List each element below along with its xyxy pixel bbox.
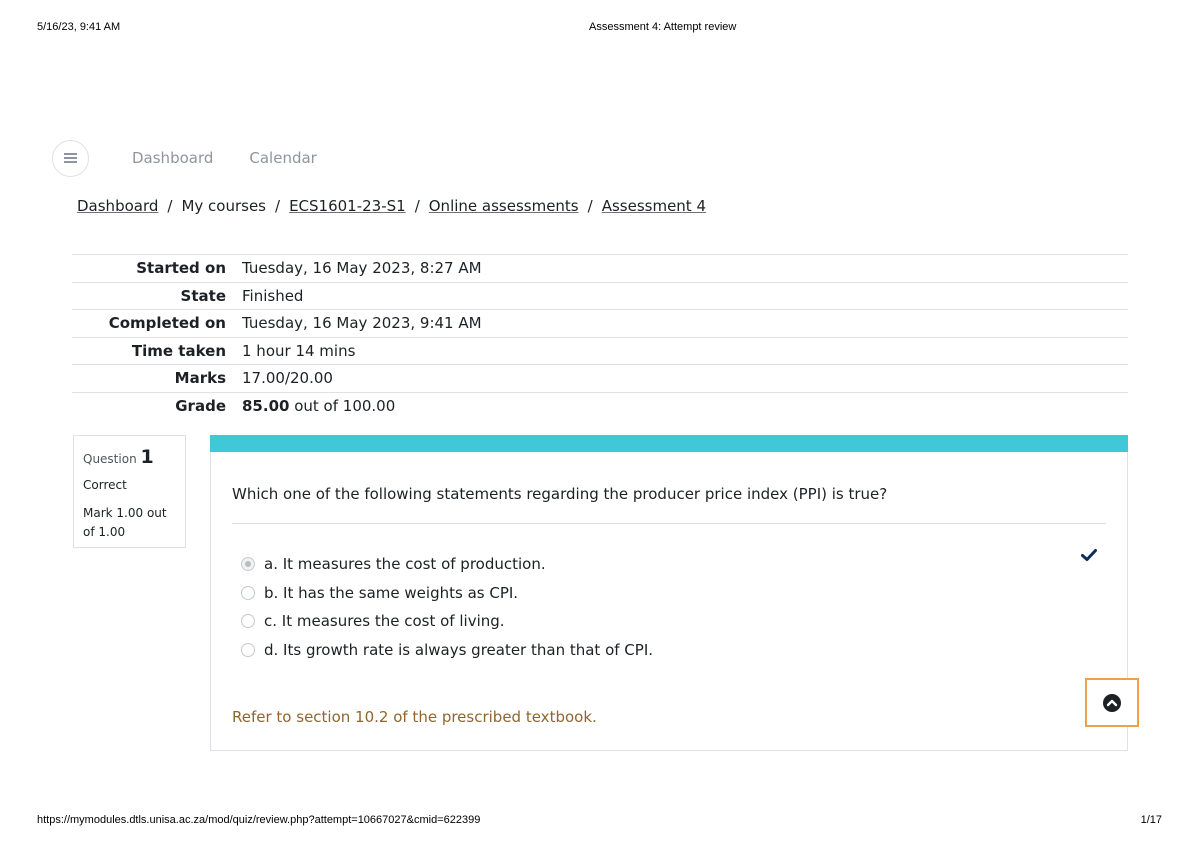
answer-option-a[interactable]: a. It measures the cost of production. [241, 550, 653, 579]
answer-option-c[interactable]: c. It measures the cost of living. [241, 607, 653, 636]
print-page-number: 1/17 [1140, 814, 1162, 826]
answer-radio-d[interactable] [241, 642, 255, 657]
answer-text: b. It has the same weights as CPI. [264, 583, 519, 602]
hamburger-menu-icon [64, 153, 77, 163]
answer-radio-c[interactable] [241, 614, 255, 629]
summary-label: State [180, 286, 226, 305]
print-header: 5/16/23, 9:41 AM Assessment 4: Attempt r… [0, 21, 1200, 35]
nav-link-calendar[interactable]: Calendar [249, 149, 316, 167]
summary-value: 17.00/20.00 [242, 369, 333, 388]
summary-row-completed: Completed on Tuesday, 16 May 2023, 9:41 … [72, 310, 1128, 338]
answer-list: a. It measures the cost of production. b… [241, 550, 653, 664]
nav-link-dashboard[interactable]: Dashboard [132, 149, 213, 167]
breadcrumb: Dashboard / My courses / ECS1601-23-S1 /… [77, 197, 706, 215]
breadcrumb-course[interactable]: ECS1601-23-S1 [289, 197, 406, 215]
breadcrumb-dashboard[interactable]: Dashboard [77, 197, 158, 215]
grade-score: 85.00 [242, 397, 290, 416]
primary-navigation: Dashboard Calendar [52, 139, 317, 177]
question-divider [232, 523, 1106, 524]
breadcrumb-online-assessments[interactable]: Online assessments [429, 197, 579, 215]
print-url: https://mymodules.dtls.unisa.ac.za/mod/q… [37, 814, 481, 826]
answer-text: d. Its growth rate is always greater tha… [264, 640, 654, 659]
answer-radio-b[interactable] [241, 585, 255, 600]
answer-text: c. It measures the cost of living. [264, 612, 505, 631]
attempt-summary-table: Started on Tuesday, 16 May 2023, 8:27 AM… [72, 254, 1128, 420]
question-state: Correct [83, 478, 127, 492]
breadcrumb-assessment[interactable]: Assessment 4 [602, 197, 706, 215]
general-feedback: Refer to section 10.2 of the prescribed … [232, 708, 597, 726]
breadcrumb-separator: / [587, 197, 593, 215]
question-number: Question 1 [83, 446, 176, 468]
breadcrumb-separator: / [275, 197, 281, 215]
question-content: Which one of the following statements re… [210, 435, 1128, 751]
answer-radio-a[interactable] [241, 557, 255, 572]
question-info: Question 1 Correct Mark 1.00 out of 1.00 [73, 435, 186, 548]
summary-label: Completed on [108, 314, 226, 333]
answer-text: a. It measures the cost of production. [264, 555, 546, 574]
summary-row-marks: Marks 17.00/20.00 [72, 365, 1128, 393]
print-footer: https://mymodules.dtls.unisa.ac.za/mod/q… [0, 814, 1200, 828]
summary-row-grade: Grade 85.00 out of 100.00 [72, 393, 1128, 421]
answer-option-b[interactable]: b. It has the same weights as CPI. [241, 579, 653, 608]
checkmark-icon [1081, 549, 1097, 561]
print-datetime: 5/16/23, 9:41 AM [37, 21, 121, 33]
back-to-top-button[interactable] [1085, 678, 1139, 727]
summary-value: Tuesday, 16 May 2023, 9:41 AM [242, 314, 482, 333]
question-number-value: 1 [140, 446, 154, 468]
summary-value: 1 hour 14 mins [242, 341, 356, 360]
summary-label: Marks [174, 369, 226, 388]
grade-total: out of 100.00 [289, 397, 396, 416]
summary-value: Finished [242, 286, 304, 305]
summary-value: 85.00 out of 100.00 [226, 397, 395, 415]
summary-label: Grade [175, 397, 226, 416]
question-label: Question [83, 452, 137, 466]
summary-label: Time taken [131, 341, 226, 360]
summary-label: Started on [136, 259, 226, 278]
question-accent-bar [210, 435, 1128, 452]
breadcrumb-separator: / [167, 197, 173, 215]
drawer-toggle-button[interactable] [52, 139, 89, 177]
summary-row-started: Started on Tuesday, 16 May 2023, 8:27 AM [72, 255, 1128, 283]
summary-row-state: State Finished [72, 283, 1128, 310]
question-mark: Mark 1.00 out of 1.00 [83, 506, 167, 539]
print-page-title: Assessment 4: Attempt review [589, 21, 737, 33]
summary-row-time-taken: Time taken 1 hour 14 mins [72, 338, 1128, 365]
chevron-up-circle-icon [1103, 693, 1121, 712]
summary-value: Tuesday, 16 May 2023, 8:27 AM [242, 259, 482, 278]
breadcrumb-separator: / [414, 197, 420, 215]
question-text: Which one of the following statements re… [232, 485, 888, 503]
answer-option-d[interactable]: d. Its growth rate is always greater tha… [241, 636, 653, 665]
breadcrumb-my-courses: My courses [181, 197, 266, 215]
